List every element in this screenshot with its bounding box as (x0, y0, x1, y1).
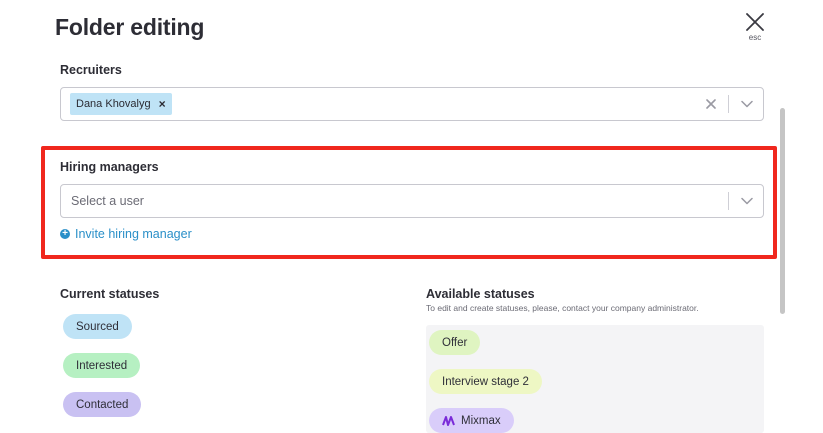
hiring-managers-select[interactable]: Select a user (60, 184, 764, 218)
status-pill-interview-stage-2[interactable]: Interview stage 2 (429, 369, 542, 394)
select-divider (728, 192, 729, 210)
hiring-managers-label: Hiring managers (60, 160, 159, 174)
current-statuses-label: Current statuses (60, 287, 160, 301)
available-statuses-note: To edit and create statuses, please, con… (426, 303, 699, 313)
folder-editing-modal: Folder editing esc Recruiters Dana Khova… (0, 0, 823, 433)
status-pill-offer[interactable]: Offer (429, 330, 481, 355)
scrollbar[interactable] (780, 108, 785, 314)
status-pill-interested[interactable]: Interested (63, 353, 141, 378)
status-label: Interview stage 2 (442, 375, 529, 388)
modal-title: Folder editing (55, 14, 205, 40)
recruiters-label: Recruiters (60, 63, 122, 77)
status-pill-contacted[interactable]: Contacted (63, 392, 142, 417)
close-button[interactable]: esc (741, 12, 769, 48)
invite-hiring-manager-link[interactable]: + Invite hiring manager (60, 227, 192, 241)
mixmax-logo-icon (442, 415, 455, 426)
status-label: Mixmax (461, 414, 501, 427)
status-label: Sourced (76, 320, 119, 333)
status-label: Contacted (76, 398, 129, 411)
recruiters-select[interactable]: Dana Khovalyg × (60, 87, 764, 121)
close-shortcut-hint: esc (748, 33, 762, 42)
select-divider (728, 95, 729, 113)
status-label: Offer (442, 336, 468, 349)
recruiter-chip-label: Dana Khovalyg (76, 98, 151, 110)
status-pill-mixmax[interactable]: Mixmax (429, 408, 514, 433)
recruiter-chip: Dana Khovalyg × (70, 93, 172, 115)
status-pill-sourced[interactable]: Sourced (63, 314, 132, 339)
status-label: Interested (76, 359, 128, 372)
plus-circle-icon: + (60, 229, 70, 239)
chevron-down-icon[interactable] (737, 100, 763, 108)
chip-remove-button[interactable]: × (159, 97, 166, 111)
available-statuses-list: Offer Interview stage 2 Mixmax (426, 325, 764, 433)
close-icon (745, 12, 765, 32)
select-placeholder: Select a user (71, 194, 144, 208)
chevron-down-icon[interactable] (737, 197, 763, 205)
clear-icon[interactable] (700, 99, 722, 109)
available-statuses-label: Available statuses (426, 287, 535, 301)
invite-label: Invite hiring manager (75, 227, 192, 241)
